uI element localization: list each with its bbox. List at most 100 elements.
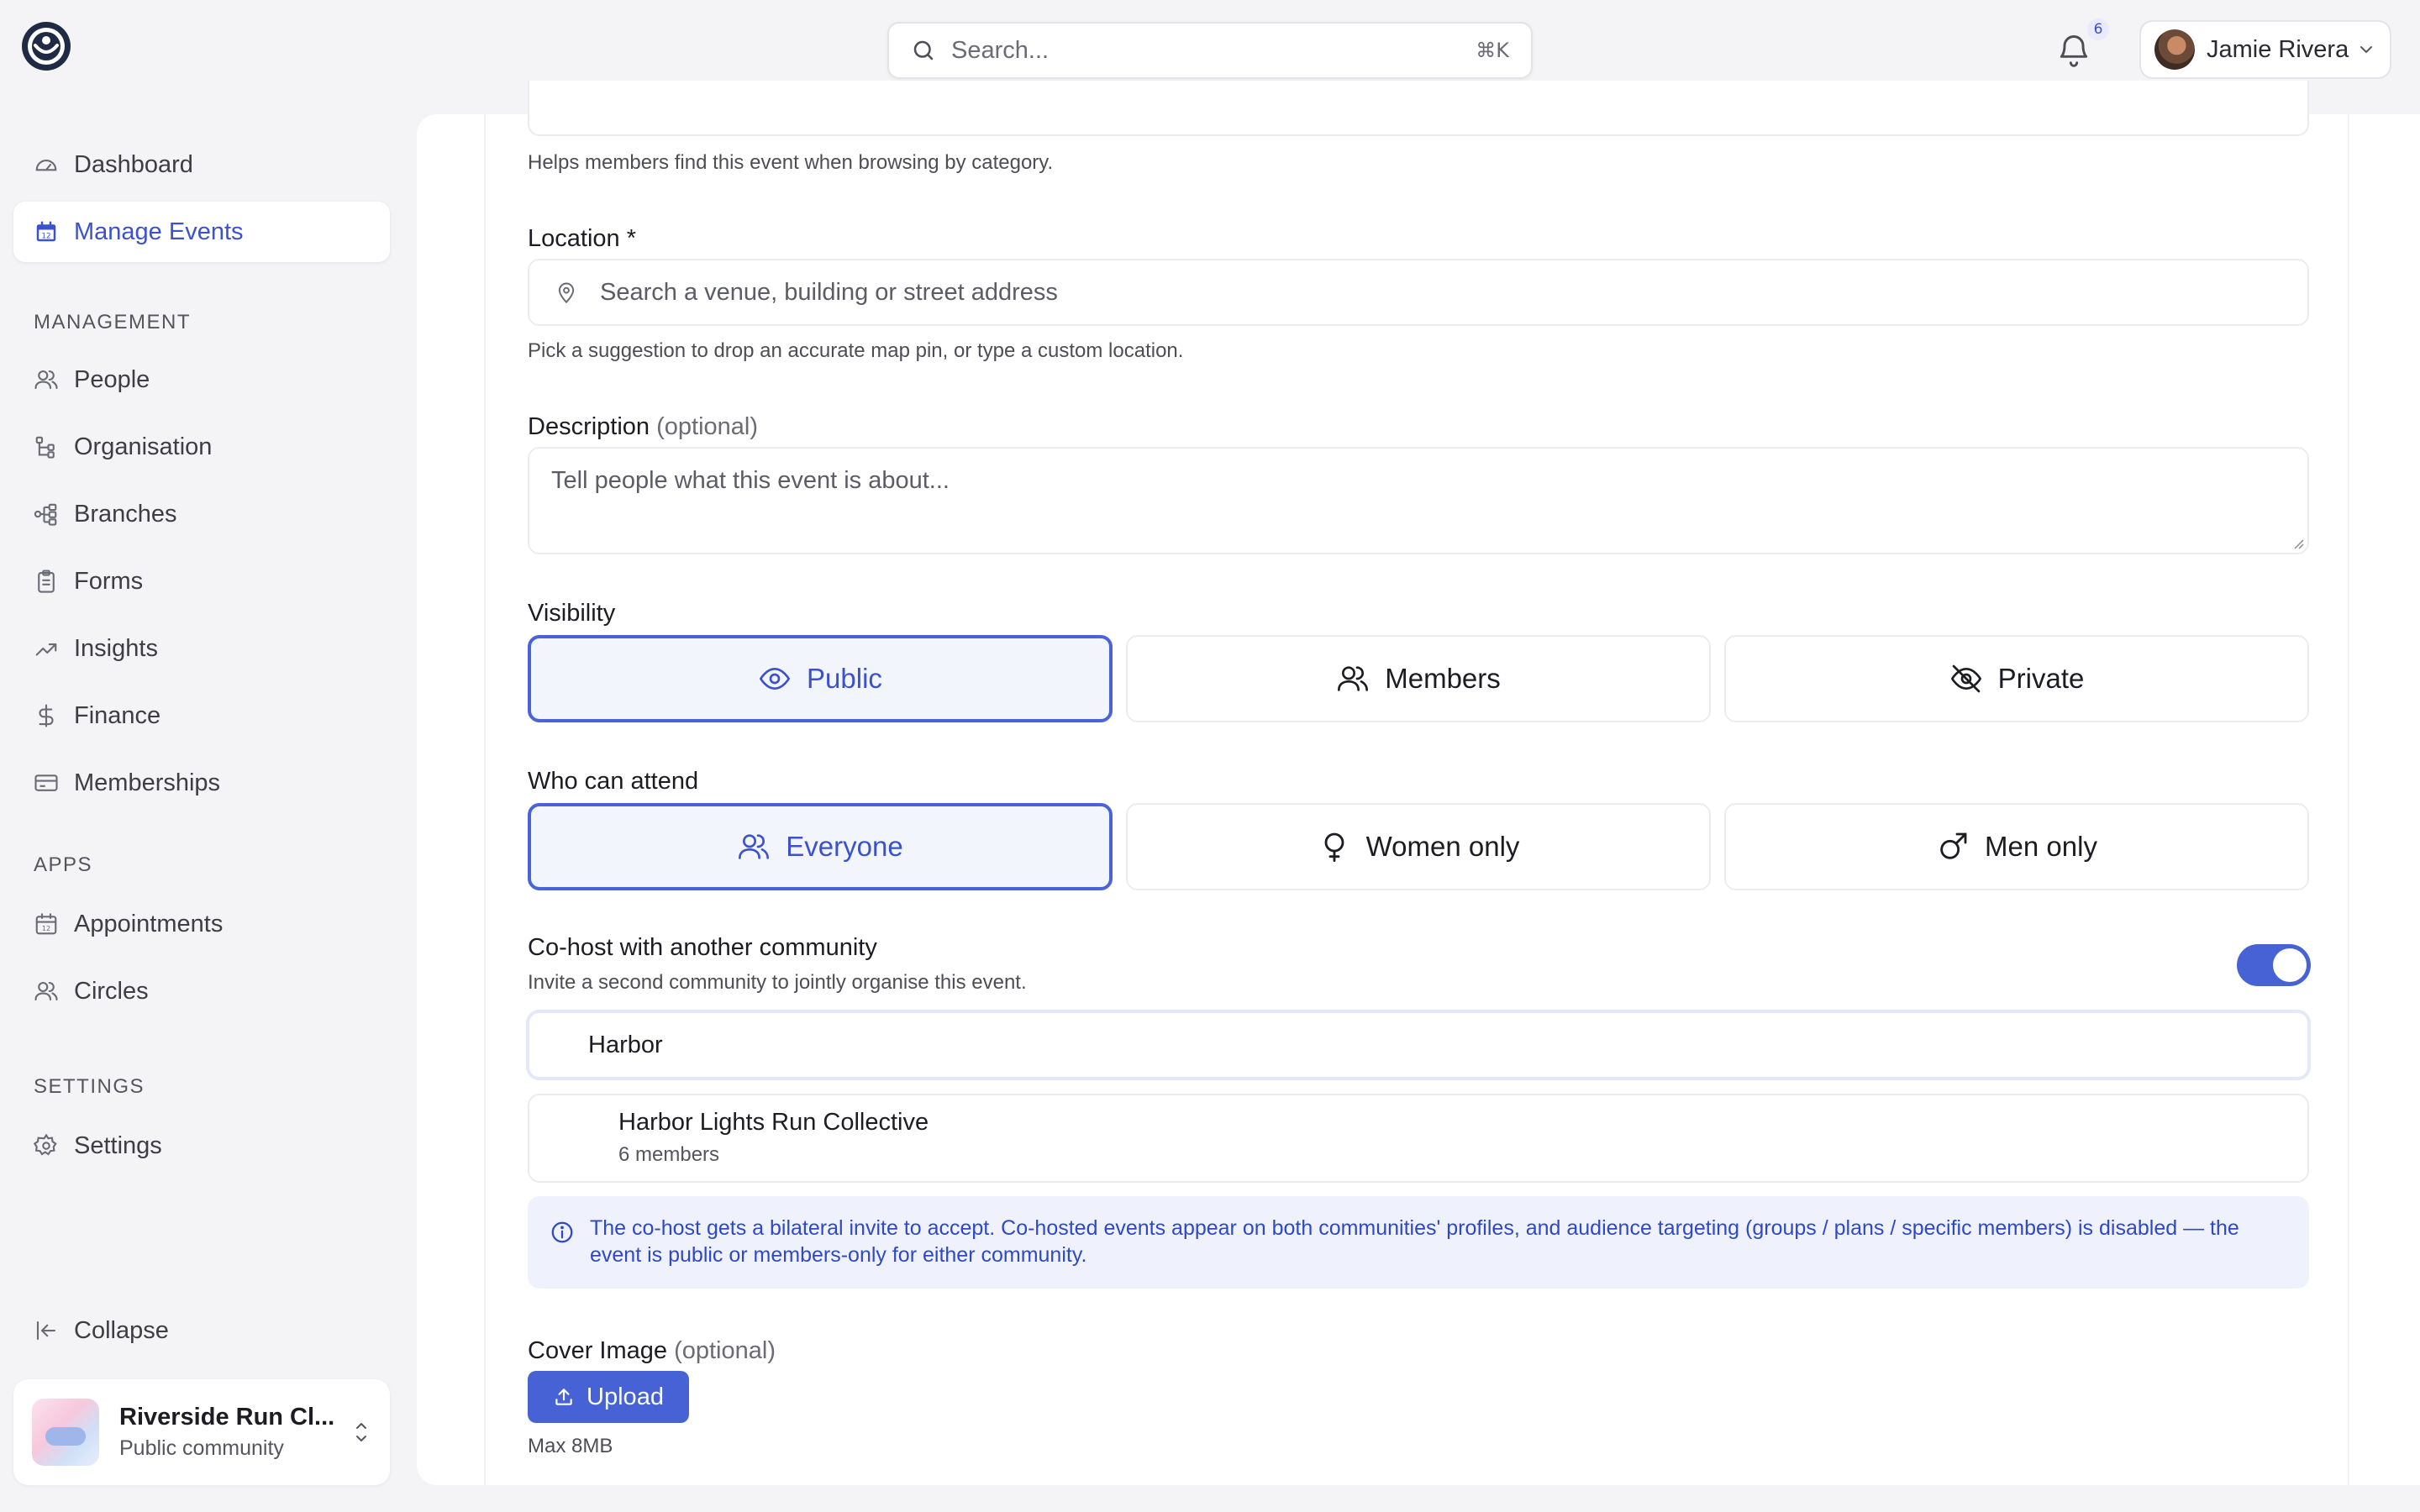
sidebar-item-appointments[interactable]: 12 Appointments: [13, 894, 390, 954]
hierarchy-icon: [34, 434, 59, 459]
upload-max-size: Max 8MB: [528, 1435, 613, 1457]
avatar: [2154, 29, 2195, 70]
sidebar-item-label: Manage Events: [74, 218, 244, 245]
cohost-toggle[interactable]: [2237, 944, 2311, 986]
user-menu[interactable]: Jamie Rivera: [2139, 20, 2391, 79]
sidebar-item-circles[interactable]: Circles: [13, 961, 390, 1021]
users-icon: [34, 979, 59, 1004]
category-help: Helps members find this event when brows…: [528, 151, 1054, 174]
attendance-option-women[interactable]: Women only: [1126, 803, 1711, 890]
clipboard-icon: [34, 569, 59, 594]
global-search[interactable]: Search... ⌘K: [887, 22, 1533, 79]
sidebar-item-label: Memberships: [74, 769, 221, 796]
sidebar-item-organisation[interactable]: Organisation: [13, 417, 390, 477]
card-icon: [34, 770, 59, 795]
notification-badge: 6: [2087, 18, 2109, 40]
svg-text:12: 12: [41, 233, 50, 241]
svg-text:12: 12: [42, 924, 50, 932]
community-switcher[interactable]: Riverside Run Cl... Public community: [13, 1379, 390, 1485]
section-label-management: MANAGEMENT: [34, 311, 192, 333]
users-icon: [1336, 662, 1370, 696]
description-label: Description (optional): [528, 413, 759, 440]
sidebar-item-label: Settings: [74, 1131, 162, 1159]
collapse-icon: [34, 1318, 59, 1343]
sidebar-item-insights[interactable]: Insights: [13, 618, 390, 679]
section-label-settings: SETTINGS: [34, 1075, 145, 1098]
bell-icon[interactable]: [2055, 32, 2092, 69]
sidebar-item-label: Branches: [74, 500, 177, 528]
search-placeholder: Search...: [951, 36, 1050, 64]
venus-icon: [1318, 830, 1351, 864]
location-input[interactable]: Search a venue, building or street addre…: [528, 259, 2309, 326]
sidebar-item-label: Organisation: [74, 433, 213, 460]
search-icon: [911, 38, 936, 63]
upload-icon: [553, 1386, 587, 1408]
calendar-icon: 12: [34, 219, 59, 244]
sidebar-item-label: Appointments: [74, 910, 224, 937]
sidebar-item-memberships[interactable]: Memberships: [13, 753, 390, 813]
attendance-option-everyone[interactable]: Everyone: [528, 803, 1113, 890]
visibility-option-private[interactable]: Private: [1724, 635, 2309, 722]
cohost-suggestion-item[interactable]: Harbor Lights Run Collective 6 members: [528, 1094, 2309, 1183]
dollar-icon: [34, 703, 59, 728]
cohost-info-text: The co-host gets a bilateral invite to a…: [590, 1216, 2239, 1267]
sidebar-item-label: Insights: [74, 634, 158, 662]
gear-icon: [34, 1133, 59, 1158]
attendance-option-men[interactable]: Men only: [1724, 803, 2309, 890]
suggestion-name: Harbor Lights Run Collective: [618, 1109, 929, 1136]
location-help: Pick a suggestion to drop an accurate ma…: [528, 339, 1184, 362]
attendance-label: Who can attend: [528, 768, 699, 795]
visibility-option-public[interactable]: Public: [528, 635, 1113, 722]
chevron-down-icon: [2356, 39, 2376, 60]
cover-image-label: Cover Image (optional): [528, 1337, 776, 1364]
users-icon: [737, 830, 771, 864]
app-logo[interactable]: [20, 20, 72, 72]
map-pin-icon: [555, 280, 578, 305]
suggestion-members: 6 members: [618, 1143, 720, 1166]
chevron-up-down-icon: [351, 1419, 371, 1446]
resize-handle-icon[interactable]: [2291, 536, 2304, 549]
search-shortcut: ⌘K: [1476, 39, 1509, 62]
trending-icon: [34, 636, 59, 661]
community-avatar: [32, 1399, 99, 1466]
location-label: Location *: [528, 225, 636, 252]
sidebar-item-label: Finance: [74, 701, 161, 729]
sidebar-item-manage-events[interactable]: 12 Manage Events: [13, 202, 390, 262]
info-icon: [550, 1220, 575, 1245]
sidebar-item-branches[interactable]: Branches: [13, 484, 390, 544]
sidebar-item-people[interactable]: People: [13, 349, 390, 410]
user-name: Jamie Rivera: [2207, 35, 2349, 63]
eye-off-icon: [1949, 662, 1983, 696]
sidebar-item-dashboard[interactable]: Dashboard: [13, 134, 390, 195]
eye-icon: [758, 662, 792, 696]
cohost-info-callout: The co-host gets a bilateral invite to a…: [528, 1196, 2309, 1289]
cohost-search-input[interactable]: Harbor: [526, 1010, 2311, 1080]
description-textarea[interactable]: Tell people what this event is about...: [528, 447, 2309, 554]
branches-icon: [34, 501, 59, 527]
calendar-icon: 12: [34, 911, 59, 937]
visibility-label: Visibility: [528, 600, 616, 627]
community-name: Riverside Run Cl...: [119, 1404, 335, 1431]
collapse-label: Collapse: [74, 1316, 169, 1344]
sidebar-item-label: Circles: [74, 977, 149, 1005]
description-placeholder: Tell people what this event is about...: [551, 467, 950, 494]
main-content: Helps members find this event when brows…: [417, 81, 2420, 1485]
collapse-button[interactable]: Collapse: [13, 1300, 390, 1361]
upload-button[interactable]: Upload: [528, 1371, 689, 1423]
sidebar-item-forms[interactable]: Forms: [13, 551, 390, 612]
cohost-label: Co-host with another community: [528, 934, 877, 961]
sidebar-item-label: Dashboard: [74, 150, 193, 178]
section-label-apps: APPS: [34, 853, 93, 876]
cohost-help: Invite a second community to jointly org…: [528, 971, 1027, 994]
sidebar-item-finance[interactable]: Finance: [13, 685, 390, 746]
category-input[interactable]: [528, 81, 2309, 136]
location-placeholder: Search a venue, building or street addre…: [600, 278, 1058, 306]
gauge-icon: [34, 152, 59, 177]
sidebar-item-label: People: [74, 365, 150, 393]
sidebar-item-settings[interactable]: Settings: [13, 1116, 390, 1176]
mars-icon: [1936, 830, 1970, 864]
community-type: Public community: [119, 1436, 284, 1460]
visibility-option-members[interactable]: Members: [1126, 635, 1711, 722]
sidebar-item-label: Forms: [74, 567, 144, 595]
users-icon: [34, 367, 59, 392]
